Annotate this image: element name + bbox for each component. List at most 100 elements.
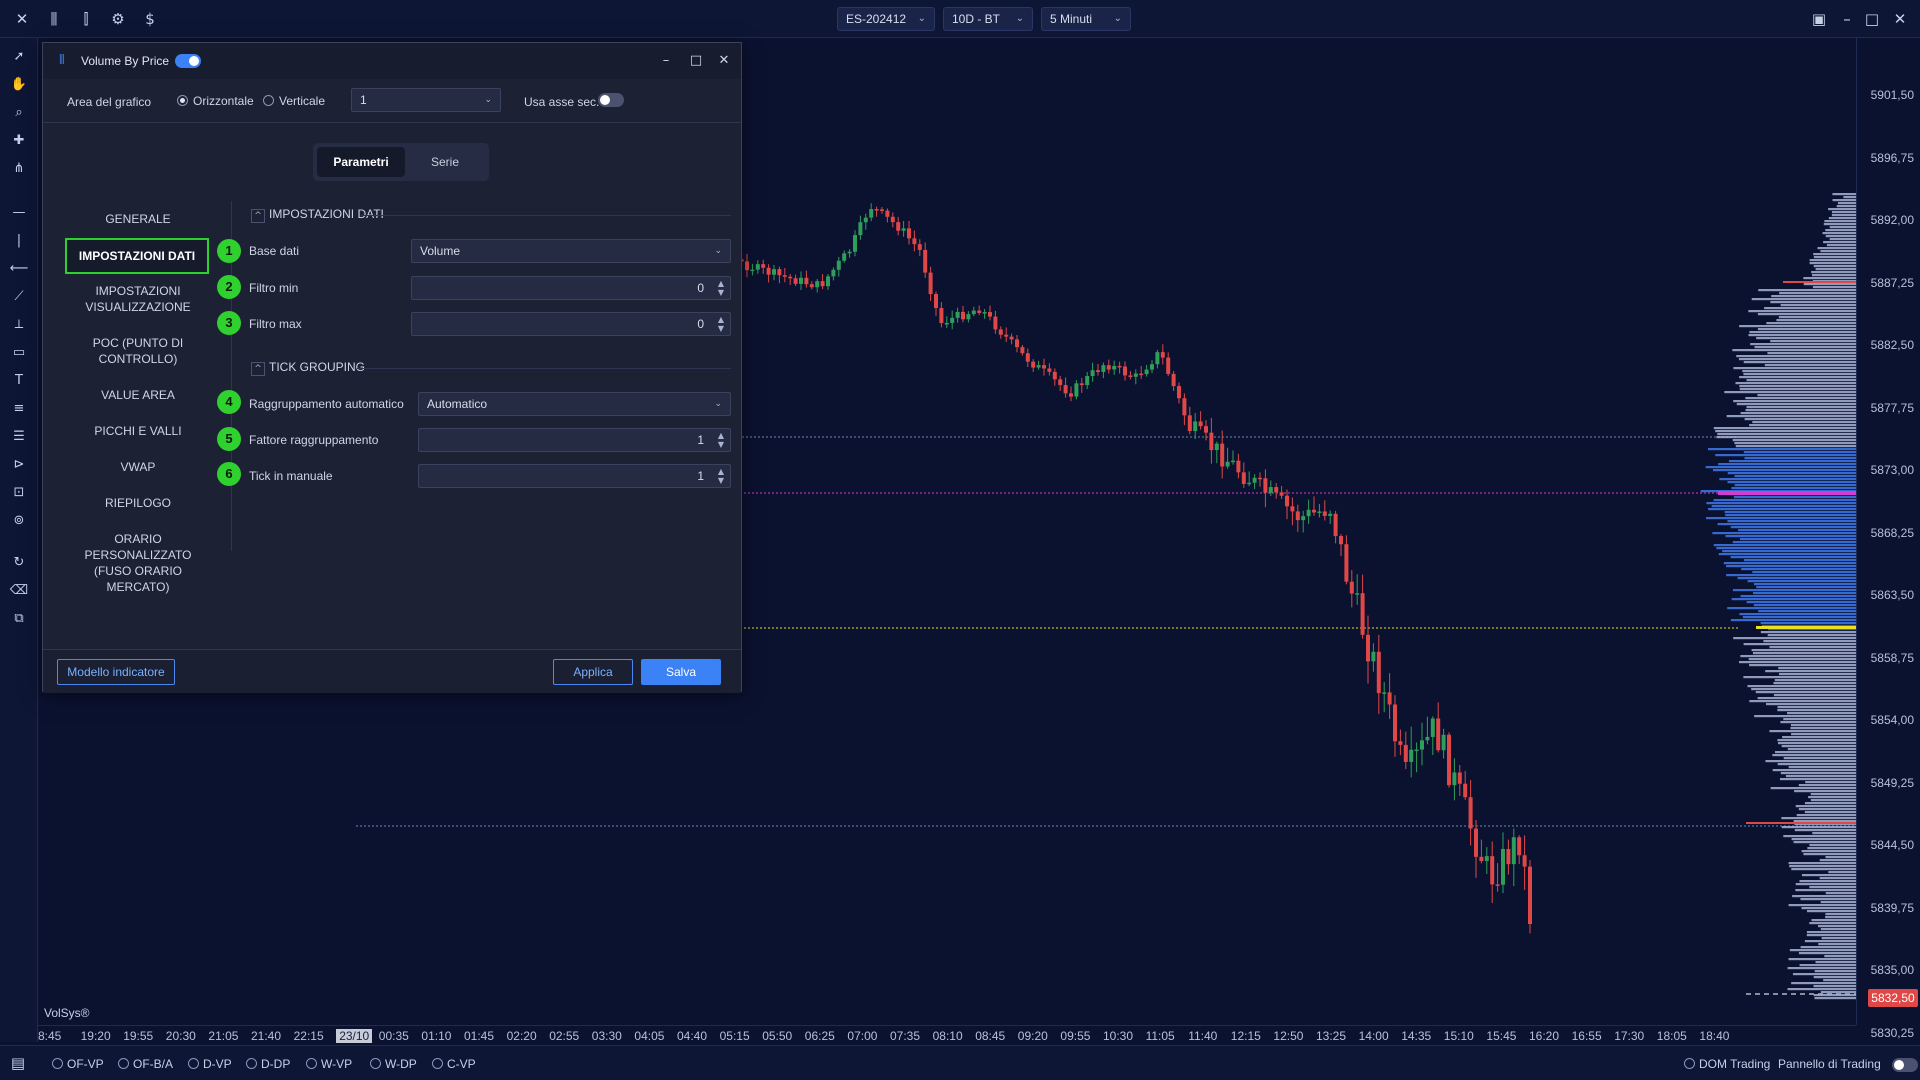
nav-riepilogo[interactable]: RIEPILOGO [67,495,209,511]
trendline-icon[interactable]: ⟋ [9,287,29,307]
vertical-line-icon[interactable]: | [9,231,29,251]
stepper-icon[interactable]: ▲ ▼ [718,279,724,297]
orient-horizontal-radio[interactable]: Orizzontale [177,94,254,108]
save-button[interactable]: Salva [641,659,721,685]
close-icon[interactable]: ✕ [12,9,32,29]
volume-profile-bar [1777,739,1856,742]
candle-body [1144,369,1149,375]
indicator-enabled-toggle[interactable] [175,54,201,68]
lines-icon[interactable]: ≡ [9,399,29,419]
time-label: 11:05 [1145,1029,1175,1043]
nav-orario[interactable]: ORARIO PERSONALIZZATO (FUSO ORARIO MERCA… [67,531,209,595]
hand-icon[interactable]: ✋ [9,75,29,95]
mode-option[interactable]: OF-B/A [118,1057,173,1071]
candle-body [1490,856,1495,885]
fib-icon[interactable]: ⊳ [9,455,29,475]
volume-profile-bar [1772,754,1856,757]
step-badge-1: 1 [217,239,241,263]
base-dati-select[interactable]: Volume ⌄ [411,239,731,263]
volume-profile-bar [1792,895,1856,898]
symbol-select[interactable]: ES-202412 ⌄ [837,7,935,31]
close-icon[interactable]: ✕ [715,52,733,70]
maximize-icon[interactable]: □ [1862,9,1882,29]
stepper-icon[interactable]: ▲ ▼ [718,467,724,485]
mode-label: W-DP [385,1057,417,1071]
nav-vwap[interactable]: VWAP [67,459,209,475]
volume-profile-bar [1725,535,1856,538]
time-axis[interactable]: 8:45 19:20 19:55 20:30 21:05 21:40 22:15 23/10 0… [38,1025,1856,1045]
mode-option[interactable]: W-VP [306,1057,352,1071]
mode-option[interactable]: W-DP [370,1057,417,1071]
price-label: 5868,25 [1870,525,1914,540]
list-icon[interactable]: ☰ [9,427,29,447]
time-label: 03:30 [591,1029,622,1043]
nav-value-area[interactable]: VALUE AREA [67,387,209,403]
dom-trading-option[interactable]: DOM Trading [1684,1057,1770,1071]
bar-chart-icon[interactable]: ⫿ [76,9,96,29]
modello-indicatore-button[interactable]: Modello indicatore [57,659,175,685]
rectangle-icon[interactable]: ▭ [9,343,29,363]
crosshair-icon[interactable]: ✚ [9,131,29,151]
nav-impostazioni-visualizzazione[interactable]: IMPOSTAZIONI VISUALIZZAZIONE [67,283,209,315]
nav-picchi-valli[interactable]: PICCHI E VALLI [67,423,209,439]
layers-icon[interactable]: ⧉ [9,609,29,629]
trading-panel-toggle[interactable] [1892,1057,1919,1072]
nav-poc[interactable]: POC (PUNTO DI CONTROLLO) [67,335,209,367]
secondary-axis-toggle[interactable] [598,93,624,107]
magnet-icon[interactable]: ⋔ [9,159,29,179]
gear-icon[interactable]: ⚙ [108,9,128,29]
tab-serie[interactable]: Serie [405,147,485,177]
dollar-icon[interactable]: $ [140,9,160,29]
stepper-icon[interactable]: ▲ ▼ [718,315,724,333]
cursor-icon[interactable]: ➚ [9,47,29,67]
dialog-titlebar[interactable]: ⦀ Volume By Price – □ ✕ [43,43,741,79]
minimize-icon[interactable]: – [657,52,675,70]
candlestick-icon[interactable]: ⫼ [44,9,64,29]
candle-body [777,269,782,276]
layout-icon[interactable]: ▣ [1809,9,1829,29]
area-select[interactable]: 1 ⌄ [351,88,501,112]
filtro-max-input[interactable]: 0 ▲ ▼ [411,312,731,336]
candle-body [1495,884,1500,886]
volume-profile-bar [1733,400,1856,403]
minimize-icon[interactable]: – [1837,9,1857,29]
time-label: 12:15 [1230,1029,1261,1043]
volume-profile-bar [1794,829,1856,832]
search-dollar-icon[interactable]: ⊚ [9,511,29,531]
raggruppamento-auto-select[interactable]: Automatico ⌄ [418,392,731,416]
nav-generale[interactable]: GENERALE [67,211,209,227]
fattore-input[interactable]: 1 ▲ ▼ [418,428,731,452]
candle-body [1128,375,1133,377]
ruler-icon[interactable]: ⟂ [9,315,29,335]
candle-body [1468,797,1473,829]
window-close-icon[interactable]: ✕ [1890,9,1910,29]
horizontal-line-icon[interactable]: — [9,203,29,223]
mode-option[interactable]: C-VP [432,1057,476,1071]
step-badge-6: 6 [217,462,241,486]
profile-icon[interactable]: ⊡ [9,483,29,503]
section-header-tick[interactable]: ^ TICK GROUPING [251,360,365,376]
mode-option[interactable]: OF-VP [52,1057,104,1071]
zoom-icon[interactable]: ⌕ [9,103,29,123]
mode-option[interactable]: D-DP [246,1057,290,1071]
ray-icon[interactable]: ⟵ [9,259,29,279]
refresh-icon[interactable]: ↻ [9,553,29,573]
orient-vertical-radio[interactable]: Verticale [263,94,325,108]
stepper-icon[interactable]: ▲ ▼ [718,431,724,449]
maximize-icon[interactable]: □ [687,52,705,70]
price-axis[interactable]: 5832,50 5901,50 5896,75 5892,00 5887,25 5882… [1856,38,1920,1040]
mode-option[interactable]: D-VP [188,1057,232,1071]
tick-manuale-input[interactable]: 1 ▲ ▼ [418,464,731,488]
text-icon[interactable]: T [9,371,29,391]
volume-profile-bar [1803,283,1856,286]
panel-icon[interactable]: ▤ [8,1053,28,1073]
timeframe-select[interactable]: 5 Minuti ⌄ [1041,7,1131,31]
range-select[interactable]: 10D - BT ⌄ [943,7,1033,31]
volume-profile-bar [1787,988,1856,991]
tab-parametri[interactable]: Parametri [317,147,405,177]
eraser-icon[interactable]: ⌫ [9,581,29,601]
filtro-min-input[interactable]: 0 ▲ ▼ [411,276,731,300]
apply-button[interactable]: Applica [553,659,633,685]
nav-impostazioni-dati[interactable]: IMPOSTAZIONI DATI [65,238,209,274]
time-label: 21:05 [208,1029,239,1043]
